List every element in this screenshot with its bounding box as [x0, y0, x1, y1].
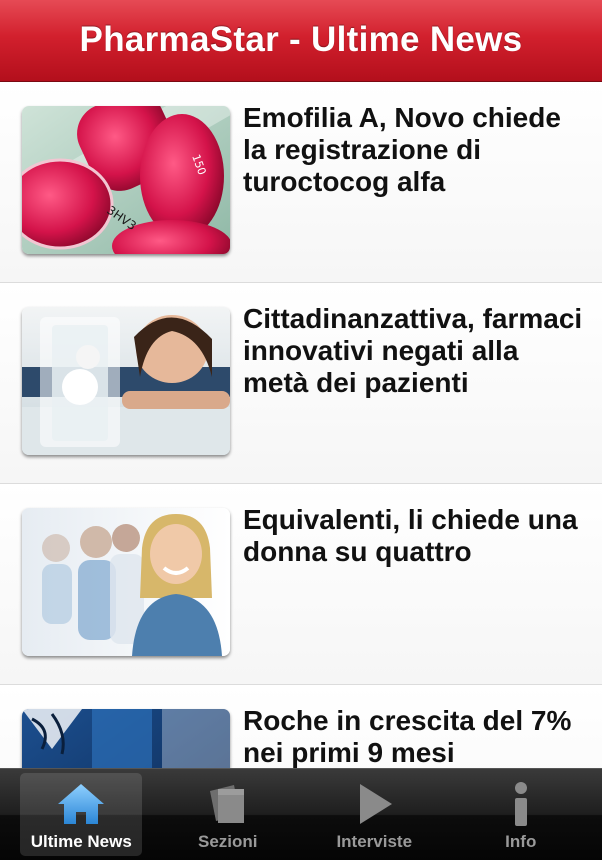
article-title: Roche in crescita del 7% nei primi 9 mes… — [243, 705, 572, 768]
home-icon — [53, 778, 109, 830]
article-title: Equivalenti, li chiede una donna su quat… — [243, 504, 578, 567]
tab-interviste[interactable]: Interviste — [313, 773, 435, 856]
tab-label: Interviste — [336, 832, 413, 851]
tab-label: Ultime News — [30, 832, 132, 851]
news-list-item[interactable]: Roche in crescita del 7% nei primi 9 mes… — [0, 685, 602, 768]
news-list-item[interactable]: Cittadinanzattiva, farmaci innovativi ne… — [0, 283, 602, 484]
smiling-woman-office-image — [22, 508, 230, 656]
article-title: Cittadinanzattiva, farmaci innovativi ne… — [243, 303, 583, 398]
info-icon — [493, 778, 549, 830]
pages-icon — [200, 778, 256, 830]
play-icon — [346, 778, 402, 830]
tab-info[interactable]: Info — [460, 773, 582, 856]
news-list-item[interactable]: 3HV3 150 Emofilia A, Novo chiede la regi… — [0, 82, 602, 283]
lab-test-tubes-image: 3HV3 150 — [22, 106, 230, 254]
article-thumbnail — [22, 508, 230, 656]
blue-building-image — [22, 709, 230, 768]
tab-label: Info — [505, 832, 537, 851]
tab-sezioni[interactable]: Sezioni — [167, 773, 289, 856]
article-thumbnail — [22, 307, 230, 455]
tab-label: Sezioni — [197, 832, 258, 851]
news-list[interactable]: 3HV3 150 Emofilia A, Novo chiede la regi… — [0, 82, 602, 768]
tab-bar: Ultime News Sezioni Interviste Info — [0, 768, 602, 860]
tab-ultime-news[interactable]: Ultime News — [20, 773, 143, 856]
page-title: PharmaStar - Ultime News — [79, 19, 523, 59]
article-thumbnail — [22, 709, 230, 768]
article-thumbnail: 3HV3 150 — [22, 106, 230, 254]
woman-with-glass-image — [22, 307, 230, 455]
navigation-bar: PharmaStar - Ultime News — [0, 0, 602, 82]
news-list-item[interactable]: Equivalenti, li chiede una donna su quat… — [0, 484, 602, 685]
article-title: Emofilia A, Novo chiede la registrazione… — [243, 102, 561, 197]
